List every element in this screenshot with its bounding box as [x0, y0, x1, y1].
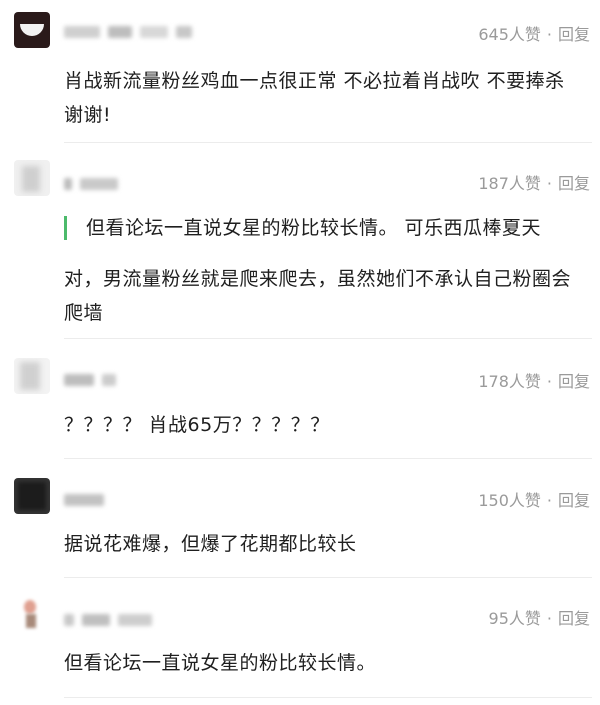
- avatar[interactable]: [14, 478, 50, 514]
- quoted-reply: 但看论坛一直说女星的粉比较长情。 可乐西瓜棒夏天: [64, 214, 590, 242]
- divider: [64, 577, 592, 578]
- quote-bar: [64, 216, 67, 240]
- reply-button[interactable]: 回复: [558, 609, 590, 628]
- avatar[interactable]: [14, 358, 50, 394]
- reply-button[interactable]: 回复: [558, 372, 590, 391]
- reply-button[interactable]: 回复: [558, 174, 590, 193]
- like-count[interactable]: 178人赞: [478, 372, 541, 391]
- like-count[interactable]: 645人赞: [478, 25, 541, 44]
- comment-text: 对，男流量粉丝就是爬来爬去，虽然她们不承认自己粉圈会爬墙: [64, 268, 572, 324]
- comment-meta: 150人赞 · 回复: [478, 487, 590, 511]
- reply-button[interactable]: 回复: [558, 491, 590, 510]
- comment-meta: 645人赞 · 回复: [478, 21, 590, 45]
- username[interactable]: [64, 492, 104, 508]
- divider: [64, 697, 592, 698]
- comment-text: ？？？？ 肖战65万？？？？？: [64, 414, 330, 436]
- comment-meta: 187人赞 · 回复: [478, 170, 590, 194]
- like-count[interactable]: 187人赞: [478, 174, 541, 193]
- comment-text: 但看论坛一直说女星的粉比较长情。: [64, 652, 377, 674]
- comment-text: 据说花难爆，但爆了花期都比较长: [64, 533, 357, 555]
- comment-meta: 95人赞 · 回复: [489, 605, 590, 629]
- avatar[interactable]: [14, 160, 50, 196]
- divider: [64, 338, 592, 339]
- username[interactable]: [64, 372, 116, 388]
- like-count[interactable]: 150人赞: [478, 491, 541, 510]
- username[interactable]: [64, 612, 152, 628]
- divider: [64, 458, 592, 459]
- separator: ·: [546, 372, 552, 391]
- separator: ·: [546, 174, 552, 193]
- quote-text: 但看论坛一直说女星的粉比较长情。 可乐西瓜棒夏天: [86, 217, 542, 239]
- separator: ·: [546, 25, 552, 44]
- username[interactable]: [64, 176, 118, 192]
- reply-button[interactable]: 回复: [558, 25, 590, 44]
- avatar[interactable]: [14, 596, 50, 632]
- comment-meta: 178人赞 · 回复: [478, 368, 590, 392]
- separator: ·: [546, 491, 552, 510]
- divider: [64, 142, 592, 143]
- like-count[interactable]: 95人赞: [489, 609, 541, 628]
- comment-text: 肖战新流量粉丝鸡血一点很正常 不必拉着肖战吹 不要捧杀 谢谢!: [64, 70, 565, 126]
- username[interactable]: [64, 24, 192, 40]
- separator: ·: [546, 609, 552, 628]
- avatar[interactable]: [14, 12, 50, 48]
